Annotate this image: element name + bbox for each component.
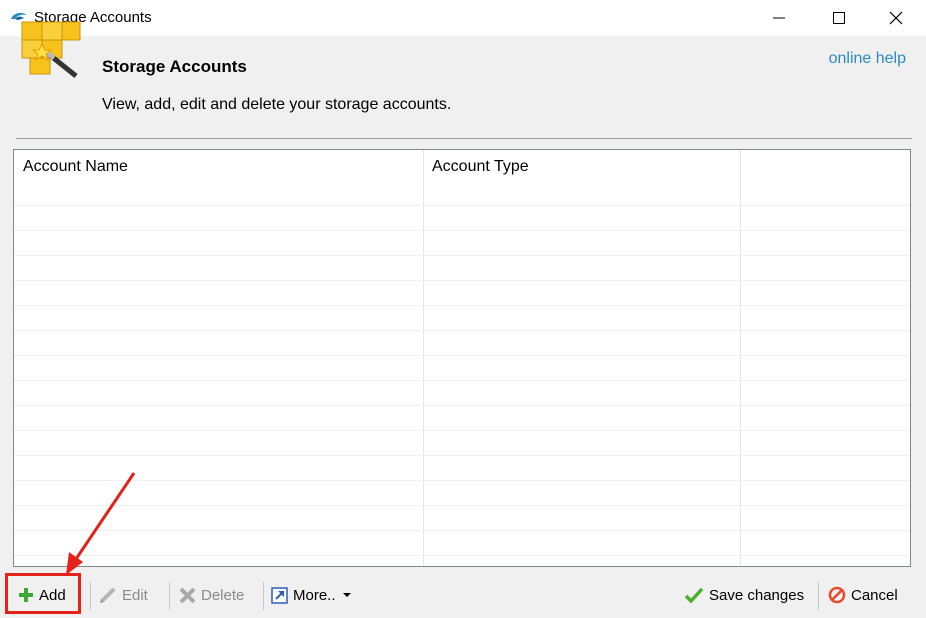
- row-gridline: [14, 480, 910, 481]
- pencil-icon: [100, 587, 116, 603]
- cancel-button[interactable]: Cancel: [828, 581, 898, 609]
- row-gridline: [14, 505, 910, 506]
- storage-boxes-wand-icon: [21, 21, 81, 78]
- toolbar-separator: [263, 582, 264, 610]
- row-gridline: [14, 405, 910, 406]
- toolbar-separator: [169, 582, 170, 610]
- edit-button[interactable]: Edit: [99, 581, 148, 609]
- column-header-account-name[interactable]: Account Name: [14, 150, 423, 184]
- toolbar-separator: [90, 582, 91, 610]
- more-dropdown-button[interactable]: More..: [271, 581, 352, 609]
- chevron-down-icon: [342, 593, 351, 597]
- row-gridline: [14, 380, 910, 381]
- cancel-label: Cancel: [851, 586, 898, 604]
- maximize-button[interactable]: [816, 0, 862, 36]
- close-icon: [889, 11, 903, 25]
- edit-label: Edit: [122, 586, 148, 604]
- header-divider: [16, 138, 912, 139]
- row-gridline: [14, 230, 910, 231]
- column-header-account-type[interactable]: Account Type: [423, 150, 740, 184]
- maximize-icon: [833, 12, 845, 24]
- column-header-extra[interactable]: [740, 150, 910, 184]
- accounts-grid[interactable]: Account Name Account Type: [13, 149, 911, 567]
- row-gridline: [14, 205, 910, 206]
- page-title: Storage Accounts: [102, 57, 247, 76]
- row-gridline: [14, 255, 910, 256]
- more-label: More..: [293, 586, 336, 604]
- external-link-icon: [271, 586, 288, 604]
- row-gridline: [14, 355, 910, 356]
- bottom-toolbar: Add Edit Delete More.. Save changes Canc…: [0, 571, 926, 618]
- delete-label: Delete: [201, 586, 245, 604]
- cancel-circle-icon: [828, 586, 846, 604]
- save-changes-label: Save changes: [709, 586, 805, 604]
- minimize-icon: [773, 17, 785, 19]
- close-button[interactable]: [873, 0, 919, 36]
- annotation-highlight-box: [5, 573, 81, 614]
- row-gridline: [14, 430, 910, 431]
- title-bar: Storage Accounts: [0, 0, 926, 36]
- row-gridline: [14, 330, 910, 331]
- checkmark-icon: [684, 587, 704, 604]
- online-help-link[interactable]: online help: [829, 50, 906, 68]
- row-gridline: [14, 555, 910, 556]
- row-gridline: [14, 455, 910, 456]
- delete-x-icon: [179, 587, 196, 603]
- row-gridline: [14, 530, 910, 531]
- toolbar-separator: [818, 582, 819, 610]
- delete-button[interactable]: Delete: [179, 581, 244, 609]
- row-gridline: [14, 305, 910, 306]
- minimize-button[interactable]: [756, 0, 802, 36]
- save-changes-button[interactable]: Save changes: [684, 581, 804, 609]
- row-gridline: [14, 280, 910, 281]
- page-description: View, add, edit and delete your storage …: [102, 96, 452, 113]
